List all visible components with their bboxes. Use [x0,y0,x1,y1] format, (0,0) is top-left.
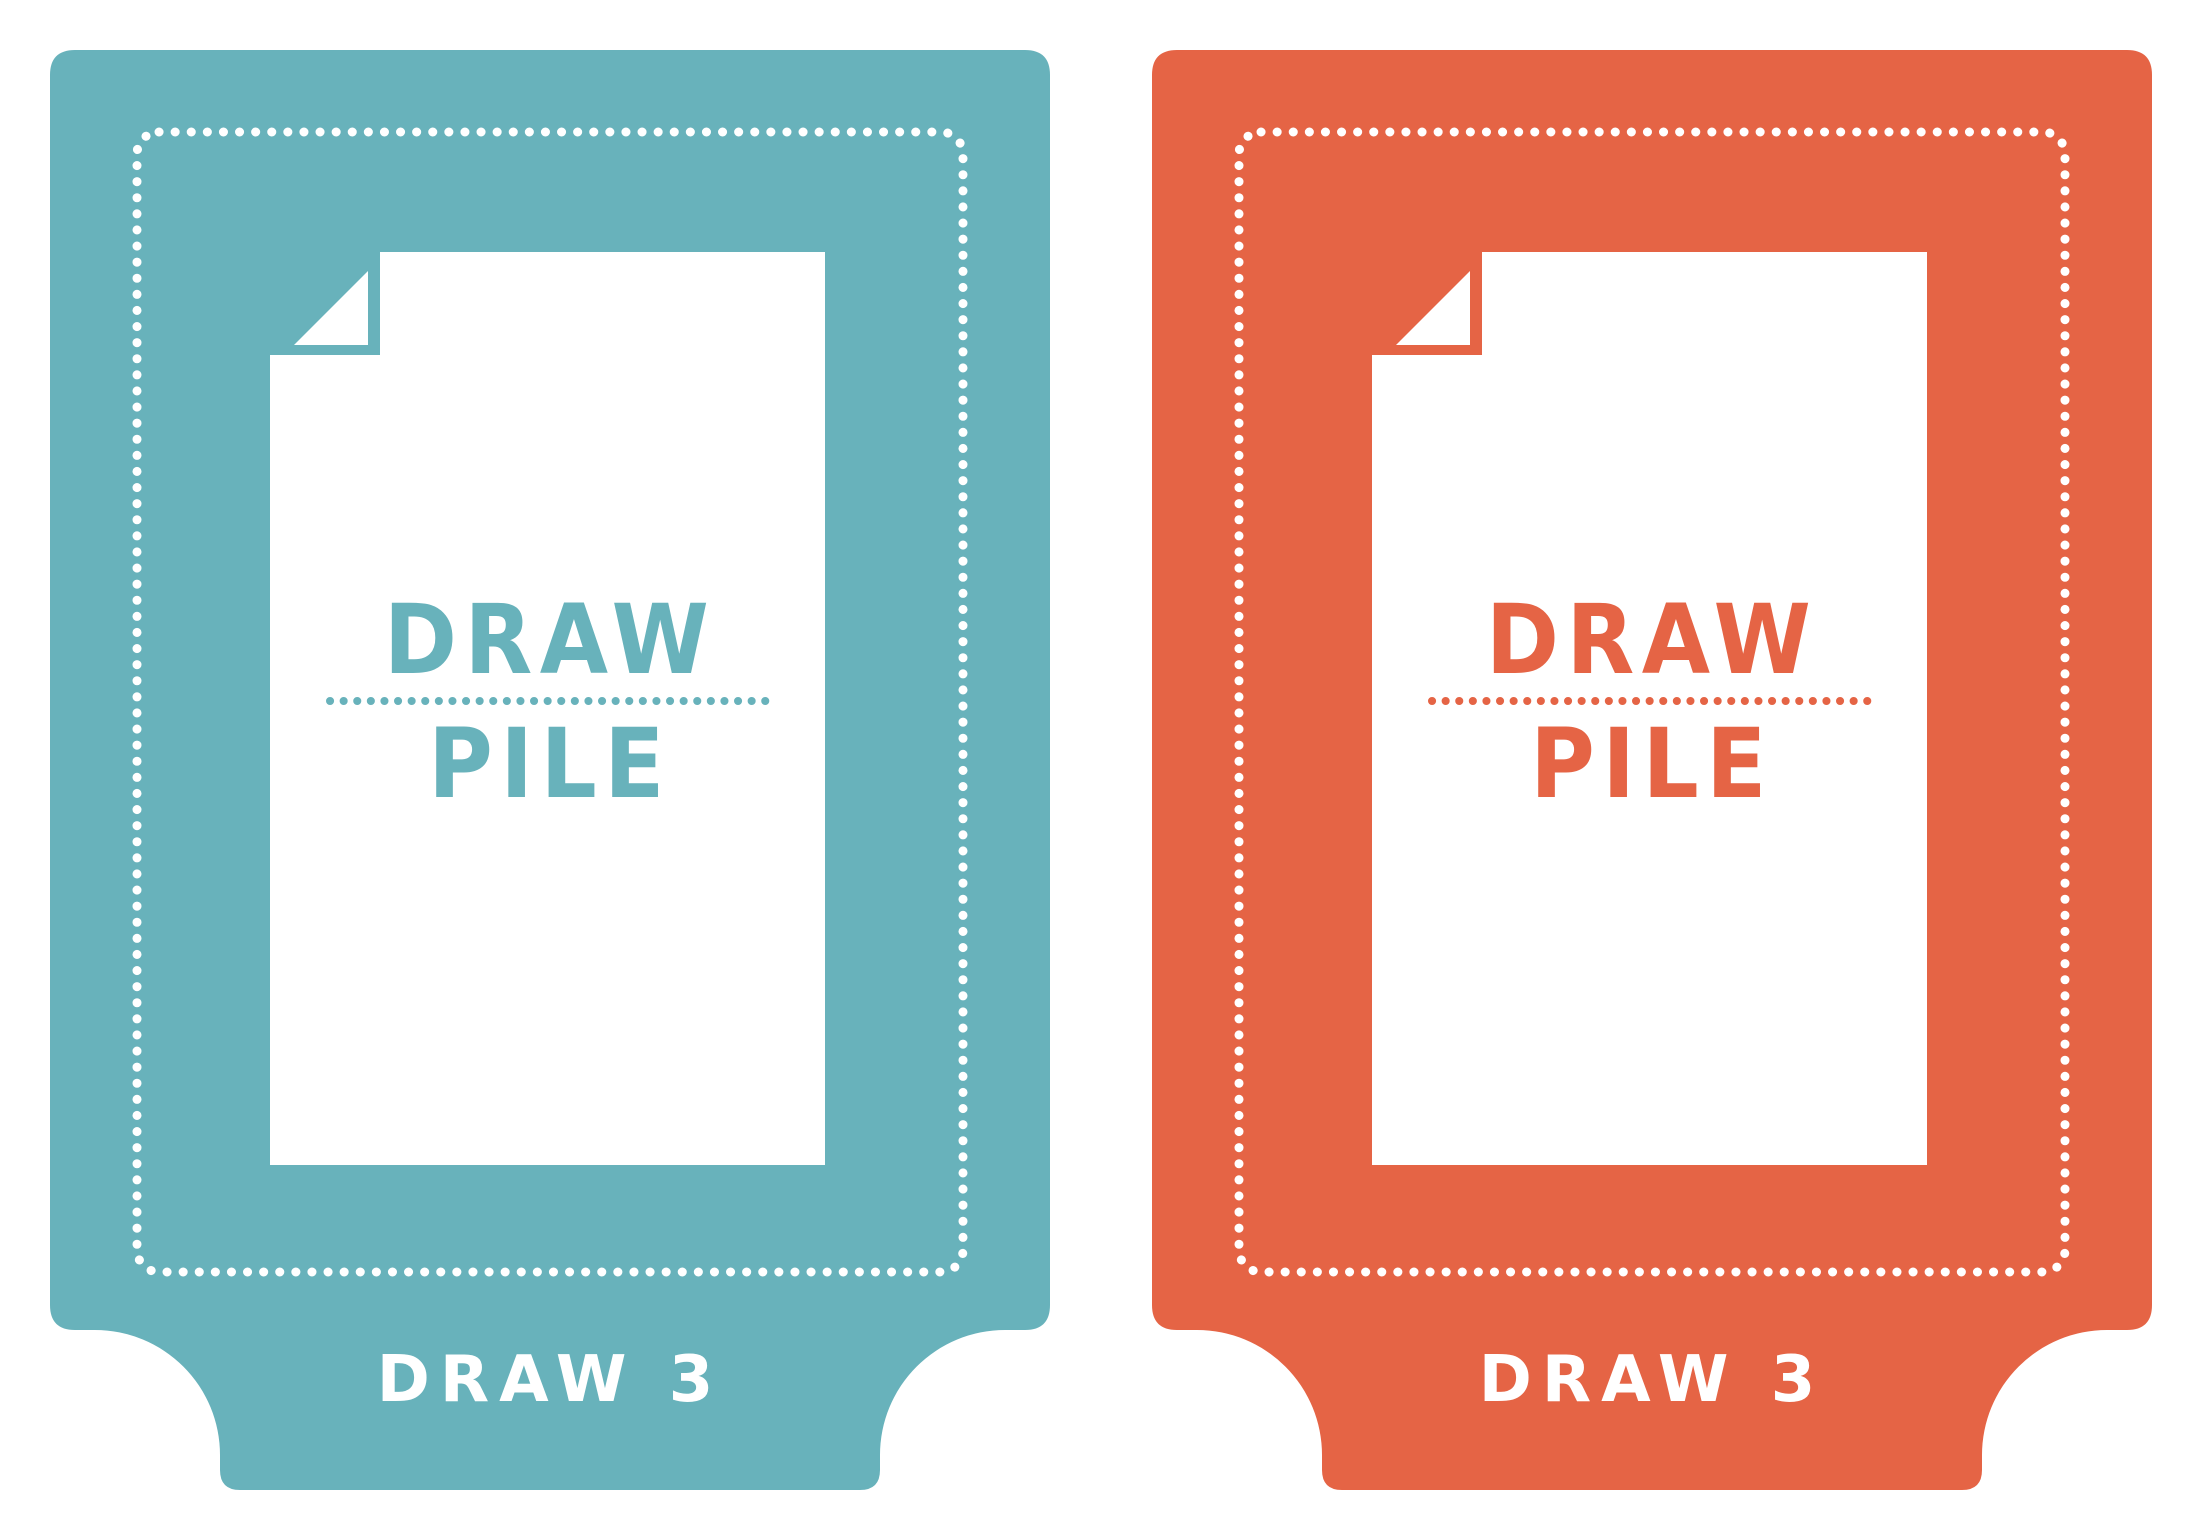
card-footer-label: DRAW 3 [376,1343,724,1417]
draw-pile-card-teal[interactable]: DRAW PILE DRAW 3 [50,50,1050,1490]
card-title-bottom: PILE [1530,708,1774,820]
title-divider [1428,697,1876,705]
card-title-top: DRAW [1485,584,1819,696]
card-title-top: DRAW [383,584,717,696]
card-footer-label: DRAW 3 [1478,1343,1826,1417]
draw-pile-card-orange[interactable]: DRAW PILE DRAW 3 [1152,50,2152,1490]
card-title: DRAW PILE [1372,590,1932,814]
card-title: DRAW PILE [270,590,830,814]
title-divider [326,697,774,705]
card-title-bottom: PILE [428,708,672,820]
